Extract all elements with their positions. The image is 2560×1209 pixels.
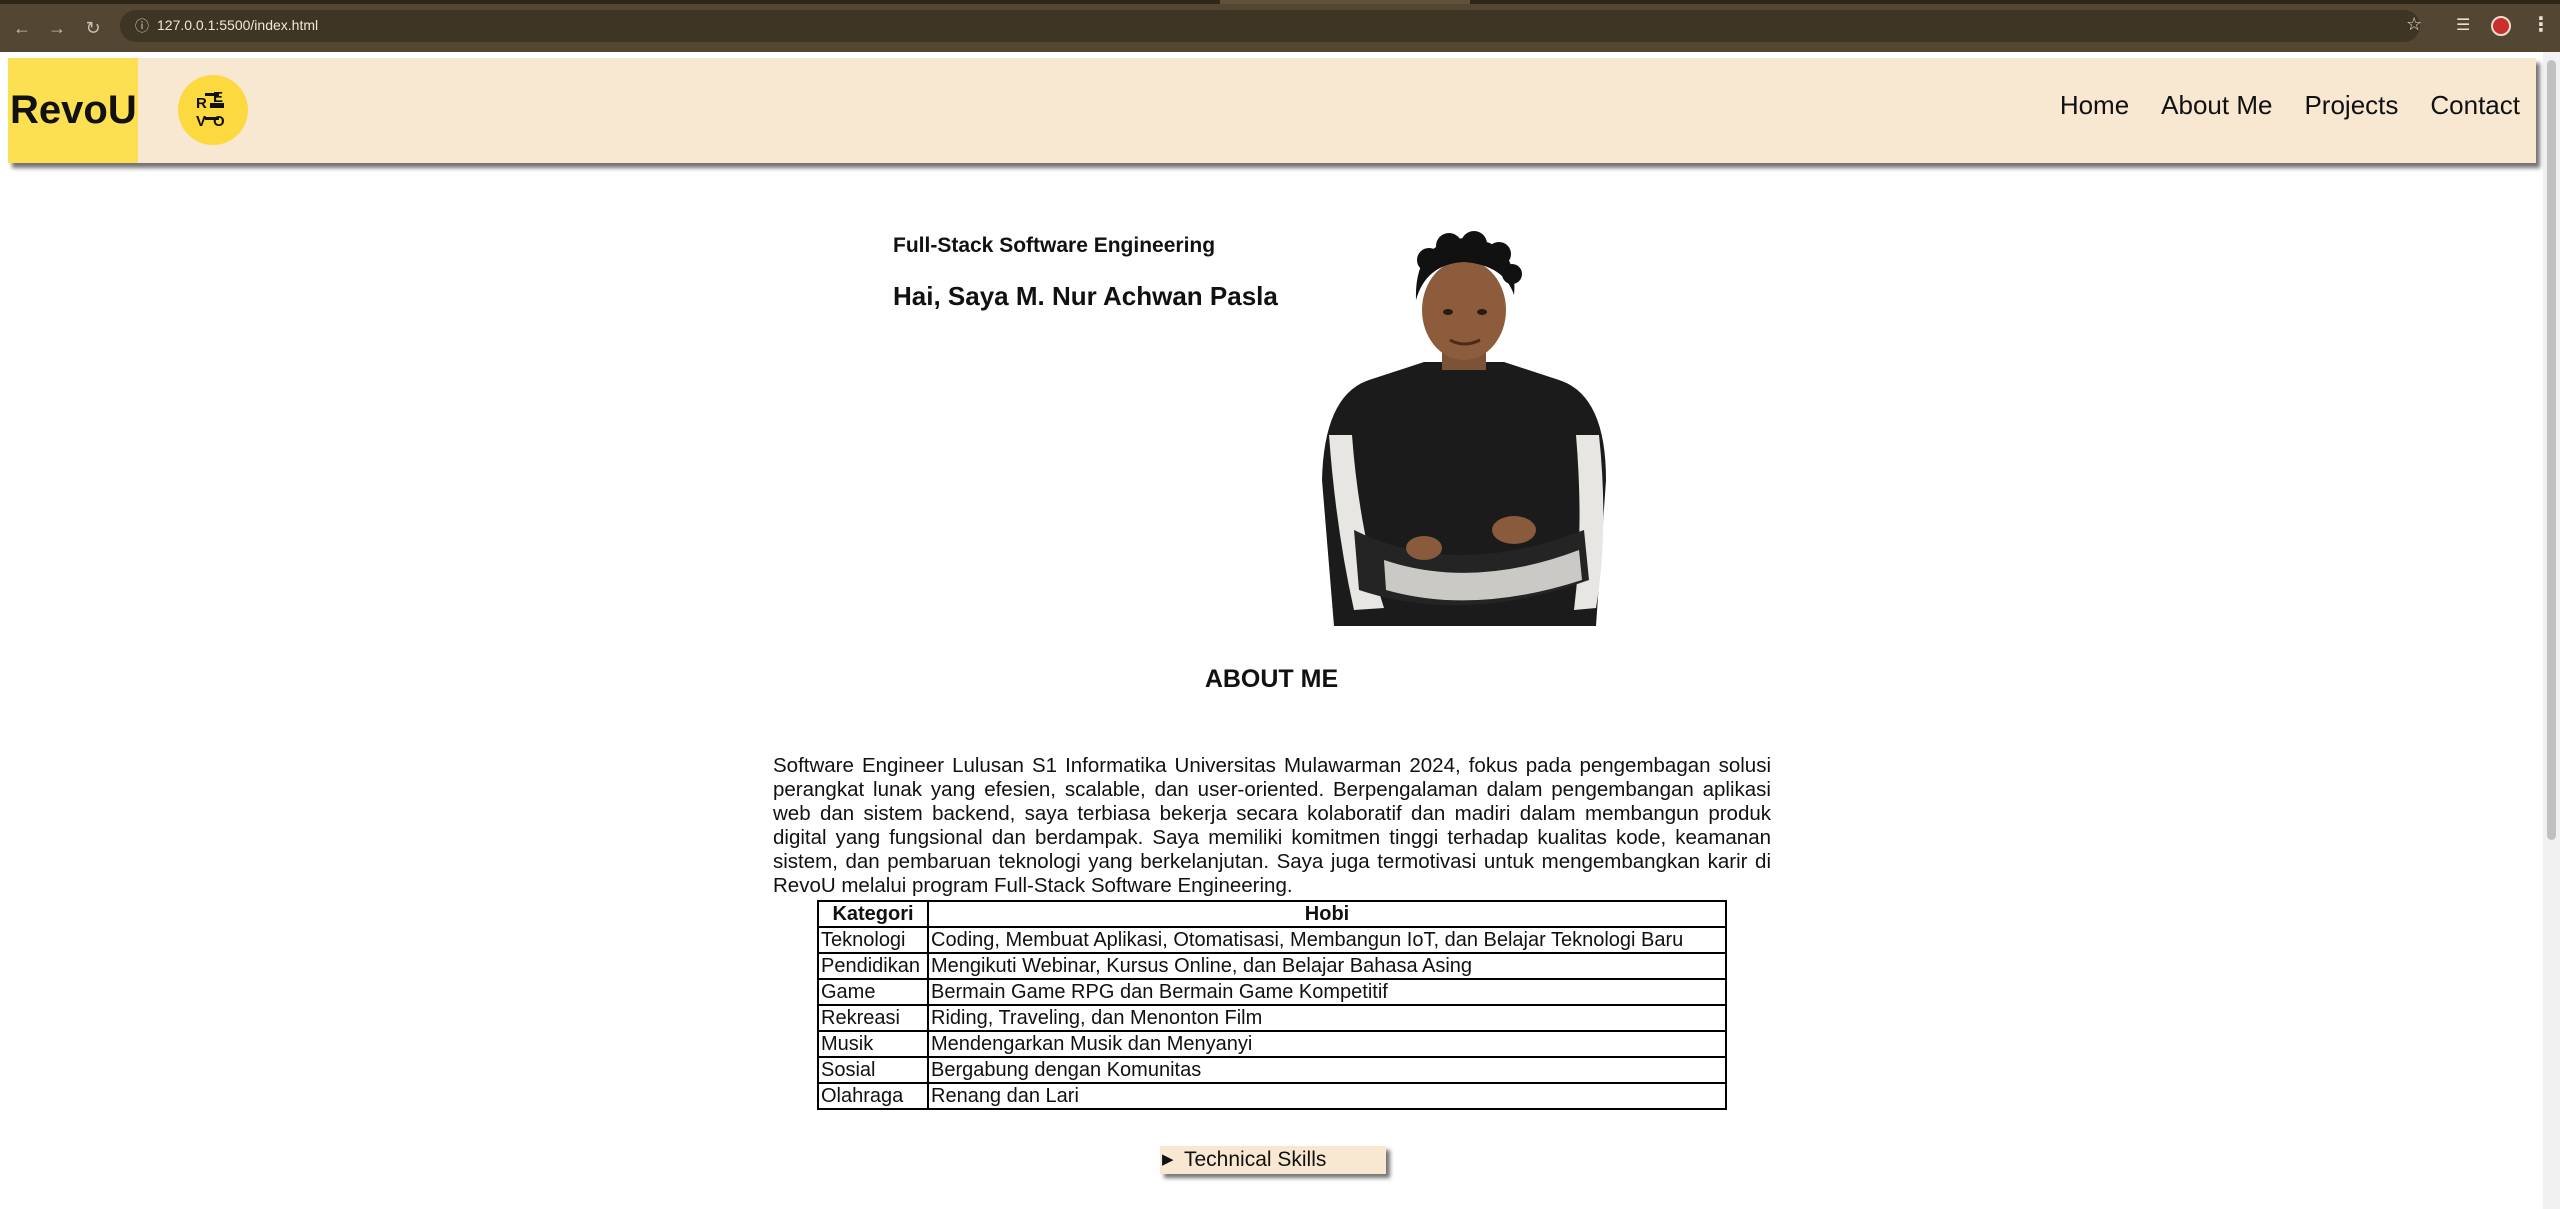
table-row: Rekreasi Riding, Traveling, dan Menonton… — [817, 1004, 1727, 1032]
table-row: Game Bermain Game RPG dan Bermain Game K… — [817, 978, 1727, 1006]
active-tab-edge — [1220, 0, 1470, 4]
table-cell-hobi: Coding, Membuat Aplikasi, Otomatisasi, M… — [927, 926, 1727, 954]
disclosure-triangle-icon[interactable]: ▶ — [1162, 1146, 1174, 1174]
table-cell-kategori: Game — [817, 978, 929, 1006]
reload-icon[interactable]: ↻ — [81, 16, 105, 40]
logo-letter-e: E — [213, 89, 223, 106]
logo-letter-r: R — [196, 95, 207, 112]
table-row: Musik Mendengarkan Musik dan Menyanyi — [817, 1030, 1727, 1058]
table-cell-hobi: Riding, Traveling, dan Menonton Film — [927, 1004, 1727, 1032]
hero-title: Hai, Saya M. Nur Achwan Pasla — [893, 281, 1278, 311]
table-cell-hobi: Bergabung dengan Komunitas — [927, 1056, 1727, 1084]
main-nav: Home About Me Projects Contact — [2060, 90, 2520, 121]
table-row: Pendidikan Mengikuti Webinar, Kursus Onl… — [817, 952, 1727, 980]
table-row: Olahraga Renang dan Lari — [817, 1082, 1727, 1110]
about-paragraph: Software Engineer Lulusan S1 Informatika… — [773, 753, 1771, 897]
table-cell-hobi: Mengikuti Webinar, Kursus Online, dan Be… — [927, 952, 1727, 980]
column-header-kategori: Kategori — [817, 900, 929, 928]
hobby-table: Kategori Hobi Teknologi Coding, Membuat … — [817, 900, 1727, 1110]
table-cell-hobi: Bermain Game RPG dan Bermain Game Kompet… — [927, 978, 1727, 1006]
media-controls-icon[interactable]: ☰ — [2456, 15, 2470, 35]
forward-icon[interactable]: → — [45, 16, 69, 40]
brand-name[interactable]: RevoU — [10, 88, 137, 133]
logo-letter-o: O — [213, 113, 225, 130]
bookmark-star-icon[interactable]: ☆ — [2406, 14, 2422, 35]
address-bar-url[interactable]: 127.0.0.1:5500/index.html — [157, 17, 318, 33]
logo-letter-v: V — [196, 113, 206, 130]
site-info-icon[interactable]: ⓘ — [132, 16, 152, 36]
scrollbar-thumb[interactable] — [2547, 60, 2556, 840]
nav-link-contact[interactable]: Contact — [2430, 90, 2520, 121]
about-heading: ABOUT ME — [1204, 665, 1339, 693]
table-cell-hobi: Mendengarkan Musik dan Menyanyi — [927, 1030, 1727, 1058]
table-row: Sosial Bergabung dengan Komunitas — [817, 1056, 1727, 1084]
page-scrollbar[interactable] — [2543, 52, 2560, 1209]
back-icon[interactable]: ← — [10, 16, 34, 40]
table-cell-kategori: Sosial — [817, 1056, 929, 1084]
site-navbar: RevoU R E V O Home About Me Projects Con… — [8, 58, 2536, 163]
brand-box[interactable]: RevoU — [8, 58, 138, 163]
profile-avatar[interactable] — [2491, 16, 2511, 36]
table-cell-kategori: Rekreasi — [817, 1004, 929, 1032]
kebab-menu-icon[interactable]: ⋮ — [2531, 12, 2551, 37]
revou-logo-icon: R E V O — [178, 75, 248, 145]
profile-photo — [1314, 230, 1614, 626]
hero-subtitle: Full-Stack Software Engineering — [893, 234, 1216, 257]
table-cell-hobi: Renang dan Lari — [927, 1082, 1727, 1110]
nav-link-projects[interactable]: Projects — [2304, 90, 2398, 121]
technical-skills-toggle[interactable]: ▶ Technical Skills — [1160, 1146, 1386, 1174]
table-cell-kategori: Musik — [817, 1030, 929, 1058]
address-bar[interactable]: ⓘ 127.0.0.1:5500/index.html — [120, 10, 2420, 42]
table-header-row: Kategori Hobi — [817, 900, 1727, 928]
nav-link-about-me[interactable]: About Me — [2161, 90, 2272, 121]
table-cell-kategori: Pendidikan — [817, 952, 929, 980]
nav-link-home[interactable]: Home — [2060, 90, 2129, 121]
technical-skills-label[interactable]: Technical Skills — [1184, 1146, 1326, 1174]
table-cell-kategori: Olahraga — [817, 1082, 929, 1110]
table-row: Teknologi Coding, Membuat Aplikasi, Otom… — [817, 926, 1727, 954]
column-header-hobi: Hobi — [927, 900, 1727, 928]
table-cell-kategori: Teknologi — [817, 926, 929, 954]
browser-toolbar: ← → ↻ ⓘ 127.0.0.1:5500/index.html ☆ ☰ ⋮ — [0, 0, 2560, 52]
